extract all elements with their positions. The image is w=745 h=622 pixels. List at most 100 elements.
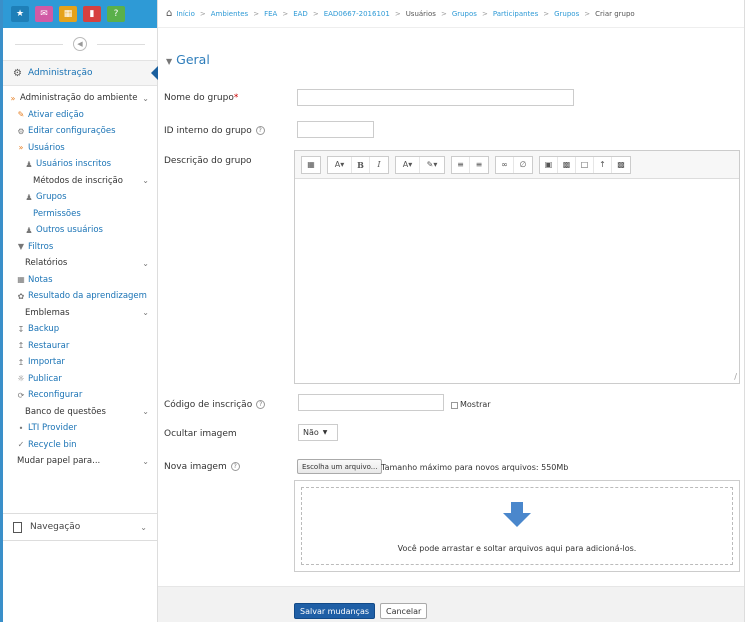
filter-icon: ▼	[17, 242, 25, 252]
tree-grades[interactable]: ▦ Notas	[3, 272, 157, 289]
chevron-down-icon: ⌄	[142, 176, 149, 186]
breadcrumb-item[interactable]: EAD	[293, 10, 308, 18]
chevron-down-icon: ⌄	[142, 93, 149, 103]
chevron-down-icon: ⌄	[142, 258, 149, 268]
choose-file-button[interactable]: Escolha um arquivo...	[297, 459, 383, 474]
description-editor[interactable]: ▦ A▾ B I A▾ ✎▾ ≡ ≡ ∞ ∅ ▣ ▩ □ ↑ ▩ ∕	[294, 150, 740, 384]
italic-icon[interactable]: I	[370, 157, 388, 173]
collapse-arrow-icon[interactable]	[151, 66, 158, 80]
drop-instructions: Você pode arrastar e soltar arquivos aqu…	[397, 544, 637, 553]
breadcrumb-item[interactable]: EAD0667-2016101	[324, 10, 390, 18]
max-size-note: Tamanho máximo para novos arquivos: 550M…	[381, 463, 569, 472]
hide-picture-select[interactable]: Não ▼	[298, 424, 338, 441]
triangle-down-icon: ▼	[166, 57, 173, 66]
breadcrumb-current: Criar grupo	[595, 9, 635, 18]
tree-enrolled-users[interactable]: ♟ Usuários inscritos	[3, 156, 157, 173]
tree-backup[interactable]: ↧ Backup	[3, 321, 157, 338]
dock-row: ◀	[3, 28, 157, 60]
breadcrumb: ⌂ Início > Ambientes > FEA > EAD > EAD0667-2…	[158, 0, 745, 28]
mail-icon[interactable]: ✉	[35, 6, 53, 22]
tree-admin-env[interactable]: » Administração do ambiente ⌄	[3, 90, 157, 107]
required-marker: *	[233, 93, 239, 103]
collapse-toolbar-icon[interactable]: ▦	[302, 157, 320, 173]
section-header-geral[interactable]: ▼ Geral	[166, 52, 210, 67]
text-color-icon[interactable]: A▾	[396, 156, 420, 173]
file-icon[interactable]: □	[576, 156, 594, 173]
font-size-icon[interactable]: A▾	[328, 156, 352, 173]
tree-recycle[interactable]: ✓ Recycle bin	[3, 437, 157, 454]
tree-users[interactable]: » Usuários	[3, 140, 157, 157]
breadcrumb-item[interactable]: Usuários	[406, 10, 436, 18]
tree-badges[interactable]: Emblemas ⌄	[3, 305, 157, 322]
help-icon[interactable]: ?	[256, 400, 266, 409]
download-icon: ↧	[17, 324, 25, 334]
table-icon: ▦	[17, 275, 25, 285]
caret-down-icon: ▼	[322, 429, 328, 436]
enrolment-key-label: Código de inscrição?	[164, 400, 266, 410]
group-id-input[interactable]	[297, 121, 374, 138]
import-icon: ↥	[17, 357, 25, 367]
tree-import[interactable]: ↥ Importar	[3, 354, 157, 371]
group-id-label: ID interno do grupo?	[164, 126, 265, 136]
tree-question-bank[interactable]: Banco de questões ⌄	[3, 404, 157, 421]
breadcrumb-item[interactable]: Início	[176, 10, 195, 18]
breadcrumb-item[interactable]: FEA	[264, 10, 277, 18]
users-icon: ♟	[25, 192, 33, 202]
arrow-right-icon: »	[10, 93, 16, 103]
bold-icon[interactable]: B	[352, 156, 370, 173]
admin-block-header[interactable]: ⚙ Administração	[3, 60, 158, 86]
image-icon[interactable]: ▣	[540, 156, 558, 173]
unlink-icon[interactable]: ∅	[514, 157, 532, 173]
tree-other-users[interactable]: ♟ Outros usuários	[3, 222, 157, 239]
highlight-icon[interactable]: ✎▾	[420, 157, 444, 173]
tree-filters[interactable]: ▼ Filtros	[3, 239, 157, 256]
book-icon[interactable]: ▮	[83, 6, 101, 22]
home-icon[interactable]: ★	[11, 6, 29, 22]
navigation-block-header[interactable]: Navegação ⌄	[3, 513, 157, 541]
sidebar: ★ ✉ ▦ ▮ ? ◀ ⚙ Administração » Administraç…	[0, 0, 158, 622]
bullet-list-icon[interactable]: ≡	[452, 156, 470, 173]
tree-groups[interactable]: ♟ Grupos	[3, 189, 157, 206]
numbered-list-icon[interactable]: ≡	[470, 157, 488, 173]
document-icon	[13, 521, 22, 533]
globe-icon: ☼	[17, 374, 25, 384]
tree-enrol-methods[interactable]: Métodos de inscrição ⌄	[3, 173, 157, 190]
help-icon[interactable]: ?	[230, 462, 240, 471]
enrolment-key-input[interactable]	[298, 394, 444, 411]
tree-switch-role[interactable]: Mudar papel para... ⌄	[3, 453, 157, 470]
outcome-icon: ✿	[17, 291, 25, 301]
help-icon[interactable]: ?	[107, 6, 125, 22]
tree-enable-edit[interactable]: ✎ Ativar edição	[3, 107, 157, 124]
tree-permissions[interactable]: Permissões	[3, 206, 157, 223]
cancel-button[interactable]: Cancelar	[380, 603, 428, 619]
tree-lti[interactable]: • LTI Provider	[3, 420, 157, 437]
show-checkbox[interactable]	[451, 402, 458, 409]
file-dropzone[interactable]: Você pode arrastar e soltar arquivos aqu…	[294, 480, 740, 572]
link-icon[interactable]: ∞	[496, 156, 514, 173]
download-arrow-icon	[503, 502, 531, 527]
tree-edit-settings[interactable]: ⚙ Editar configurações	[3, 123, 157, 140]
tree-publish[interactable]: ☼ Publicar	[3, 371, 157, 388]
equation-icon[interactable]: ▩	[612, 157, 630, 173]
tree-reset[interactable]: ⟳ Reconfigurar	[3, 387, 157, 404]
home-icon[interactable]: ⌂	[166, 8, 172, 19]
breadcrumb-item[interactable]: Participantes	[493, 10, 538, 18]
breadcrumb-item[interactable]: Grupos	[452, 10, 477, 18]
tree-reports[interactable]: Relatórios ⌄	[3, 255, 157, 272]
calendar-icon[interactable]: ▦	[59, 6, 77, 22]
group-name-input[interactable]	[297, 89, 574, 106]
arrow-right-icon: »	[18, 143, 24, 153]
dock-icon[interactable]: ◀	[73, 37, 87, 51]
breadcrumb-item[interactable]: Ambientes	[211, 10, 248, 18]
resize-grip-icon[interactable]: ∕	[734, 372, 737, 381]
save-button[interactable]: Salvar mudanças	[294, 603, 376, 619]
media-icon[interactable]: ▩	[558, 156, 576, 173]
chevron-down-icon: ⌄	[142, 456, 149, 466]
pin-icon[interactable]: ↑	[594, 156, 612, 173]
help-icon[interactable]: ?	[255, 126, 265, 135]
navigation-block-title: Navegação	[30, 522, 81, 532]
tree-restore[interactable]: ↥ Restaurar	[3, 338, 157, 355]
breadcrumb-item[interactable]: Grupos	[554, 10, 579, 18]
user-icon: ♟	[25, 159, 33, 169]
tree-outcomes[interactable]: ✿ Resultado da aprendizagem	[3, 288, 157, 305]
